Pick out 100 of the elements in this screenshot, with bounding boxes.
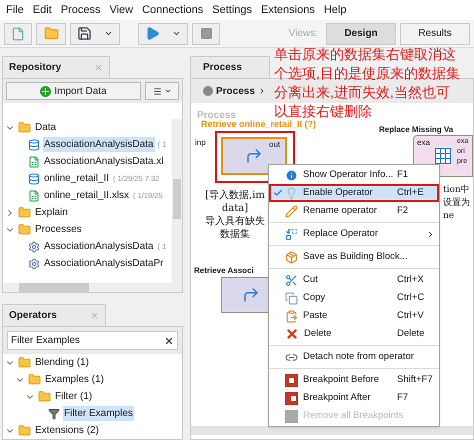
- breakpoint-remove-icon: [285, 410, 298, 422]
- view-tab[interactable]: Results: [400, 22, 470, 44]
- tree-item[interactable]: AssociationAnalysisDataPr: [43, 256, 164, 271]
- menu-item[interactable]: Help: [324, 2, 346, 18]
- view-tab[interactable]: Design: [326, 22, 396, 44]
- play-icon: [145, 26, 160, 41]
- breakpoint-before-icon: [285, 374, 298, 386]
- gear-icon: [28, 240, 40, 252]
- menu-item[interactable]: Cut Ctrl+X: [269, 271, 439, 289]
- port-label: exa: [417, 137, 430, 149]
- menu-button[interactable]: [145, 82, 179, 100]
- menu-item[interactable]: Connections: [142, 2, 204, 18]
- pencil-icon: [285, 204, 298, 218]
- panel-tab[interactable]: Operators: [2, 304, 106, 326]
- annotation-text: 个选项,目的是使原来的数据集: [274, 64, 460, 83]
- folder-icon: [18, 121, 31, 134]
- save-button[interactable]: [70, 22, 120, 44]
- menu-icon: [152, 86, 162, 96]
- spreadsheet-icon: [28, 156, 40, 168]
- save-icon: [77, 26, 92, 41]
- tree-item[interactable]: AssociationAnalysisData: [43, 239, 154, 254]
- replace-icon: [285, 228, 298, 240]
- folder-icon: [44, 26, 58, 41]
- import-data-button[interactable]: Import Data: [6, 82, 141, 100]
- menu-item[interactable]: Delete Delete: [269, 325, 439, 343]
- retrieve-icon: [245, 147, 263, 165]
- operator-box[interactable]: [221, 137, 287, 175]
- scrollbar[interactable]: [3, 283, 182, 292]
- tree-item[interactable]: Processes: [34, 222, 83, 237]
- paste-icon: [285, 310, 298, 322]
- menu-item[interactable]: Show Operator Info... F1: [269, 166, 439, 184]
- process-icon: [203, 86, 213, 96]
- tree-item[interactable]: online_retail_II: [43, 171, 110, 186]
- run-button[interactable]: [138, 22, 188, 44]
- scrollbar[interactable]: [172, 119, 182, 283]
- operator-title: Replace Missing Va: [379, 124, 454, 136]
- menu-item[interactable]: Enable Operator Ctrl+E: [269, 184, 439, 202]
- menu-item[interactable]: View: [109, 2, 134, 18]
- note-text: 导入具有缺失: [205, 215, 265, 228]
- menu-item[interactable]: Paste Ctrl+V: [269, 307, 439, 325]
- menu-item[interactable]: Rename operator F2: [269, 202, 439, 220]
- package-icon: [285, 250, 298, 264]
- search-field[interactable]: Filter Examples: [7, 331, 178, 350]
- tree-item[interactable]: online_retail_II.xlsx: [43, 188, 130, 203]
- tree-item[interactable]: Explain: [34, 205, 69, 220]
- annotation-text: 分离出来,进而失效,当然也可: [274, 83, 451, 102]
- menu-item[interactable]: Breakpoint Before Shift+F7: [269, 371, 439, 389]
- retrieve-icon: [242, 286, 260, 304]
- annotation-text: 以直接右键删除: [274, 102, 373, 120]
- database-icon: [28, 138, 40, 150]
- folder-icon: [18, 223, 31, 236]
- menu-item[interactable]: File: [6, 2, 24, 18]
- scissors-icon: [285, 274, 298, 286]
- operator-title: Retrieve online_retail_II (?): [201, 118, 316, 131]
- tree-item[interactable]: Blending (1): [34, 355, 90, 370]
- lightbulb-icon: [285, 186, 298, 200]
- clear-icon[interactable]: [164, 336, 174, 346]
- caret-icon: [104, 29, 113, 38]
- info-icon: [285, 168, 298, 182]
- menu-item[interactable]: Settings: [212, 2, 252, 18]
- menu-item[interactable]: Copy Ctrl+C: [269, 289, 439, 307]
- tree-item[interactable]: Extensions (2): [34, 423, 100, 438]
- tree-item[interactable]: Filter (1): [54, 389, 94, 404]
- note-text: 设置为: [443, 197, 470, 210]
- folder-icon: [18, 424, 31, 437]
- menu-item[interactable]: Process: [60, 2, 100, 18]
- port-label: inp: [195, 137, 206, 149]
- spreadsheet-icon: [28, 190, 40, 202]
- menu-item[interactable]: Edit: [32, 2, 52, 18]
- menu-item[interactable]: Detach note from operator: [269, 348, 439, 366]
- tree-item[interactable]: AssociationAnalysisData.xl: [43, 154, 164, 169]
- tree-item[interactable]: AssociationAnalysisData: [43, 137, 154, 152]
- note-text: [导入数据,im: [205, 189, 265, 202]
- canvas-label: Process: [197, 109, 236, 121]
- plus-icon: [40, 86, 52, 96]
- tree-item[interactable]: Filter Examples: [63, 406, 134, 421]
- breakpoint-after-icon: [285, 392, 298, 404]
- scrollbar[interactable]: [191, 426, 473, 435]
- stop-button[interactable]: [192, 22, 220, 44]
- menu-item[interactable]: Breakpoint After F7: [269, 389, 439, 407]
- caret-icon: [164, 87, 172, 95]
- delete-icon: [285, 327, 299, 341]
- note-text: ne: [443, 210, 454, 223]
- menu-item[interactable]: Extensions: [261, 2, 315, 18]
- tree-item[interactable]: Examples (1): [44, 372, 105, 387]
- folder-icon: [38, 390, 51, 403]
- port-label: out: [269, 139, 280, 151]
- copy-icon: [285, 292, 298, 304]
- tree-item[interactable]: Data: [34, 120, 58, 135]
- note-text: data]: [222, 202, 248, 215]
- menu-item[interactable]: Replace Operator: [269, 225, 439, 243]
- caret-icon: [172, 29, 181, 38]
- panel-tab[interactable]: Repository: [2, 56, 110, 78]
- panel-tab[interactable]: Process: [190, 56, 270, 78]
- note-text: tion中: [443, 184, 470, 197]
- filter-icon: [48, 408, 60, 420]
- breadcrumb[interactable]: Process: [216, 84, 255, 98]
- document-icon: [11, 26, 25, 40]
- menu-item[interactable]: Save as Building Block...: [269, 248, 439, 266]
- annotation-text: 单击原来的数据集右键取消这: [274, 45, 457, 64]
